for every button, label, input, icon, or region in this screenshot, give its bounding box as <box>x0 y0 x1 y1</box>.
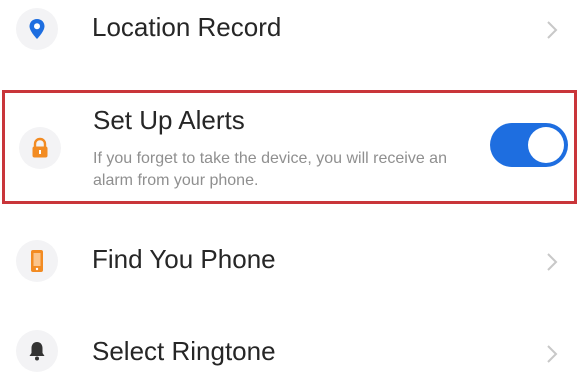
chevron-right-icon <box>547 21 558 39</box>
menu-item-label: Find You Phone <box>92 244 276 274</box>
menu-item-set-up-alerts: Set Up Alerts If you forget to take the … <box>2 90 577 204</box>
location-icon-container <box>16 8 58 50</box>
lock-icon-container <box>19 127 61 169</box>
menu-item-select-ringtone[interactable]: Select Ringtone <box>0 322 580 376</box>
toggle-knob <box>528 127 564 163</box>
chevron-right-icon <box>547 253 558 271</box>
bell-icon <box>29 342 45 361</box>
phone-icon <box>31 250 43 272</box>
alerts-toggle-switch[interactable] <box>490 123 568 167</box>
bell-icon-container <box>16 330 58 372</box>
settings-screen: Location Record Set Up Alerts If you for… <box>0 0 580 376</box>
phone-icon-container <box>16 240 58 282</box>
menu-item-label: Select Ringtone <box>92 336 276 366</box>
menu-item-label: Set Up Alerts <box>93 105 245 135</box>
lock-icon <box>32 137 48 158</box>
menu-item-find-phone[interactable]: Find You Phone <box>0 232 580 292</box>
menu-item-description: If you forget to take the device, you wi… <box>93 150 447 189</box>
chevron-right-icon <box>547 345 558 363</box>
location-pin-icon <box>29 19 45 39</box>
menu-item-location-record[interactable]: Location Record <box>0 0 580 60</box>
menu-item-label: Location Record <box>92 12 282 42</box>
